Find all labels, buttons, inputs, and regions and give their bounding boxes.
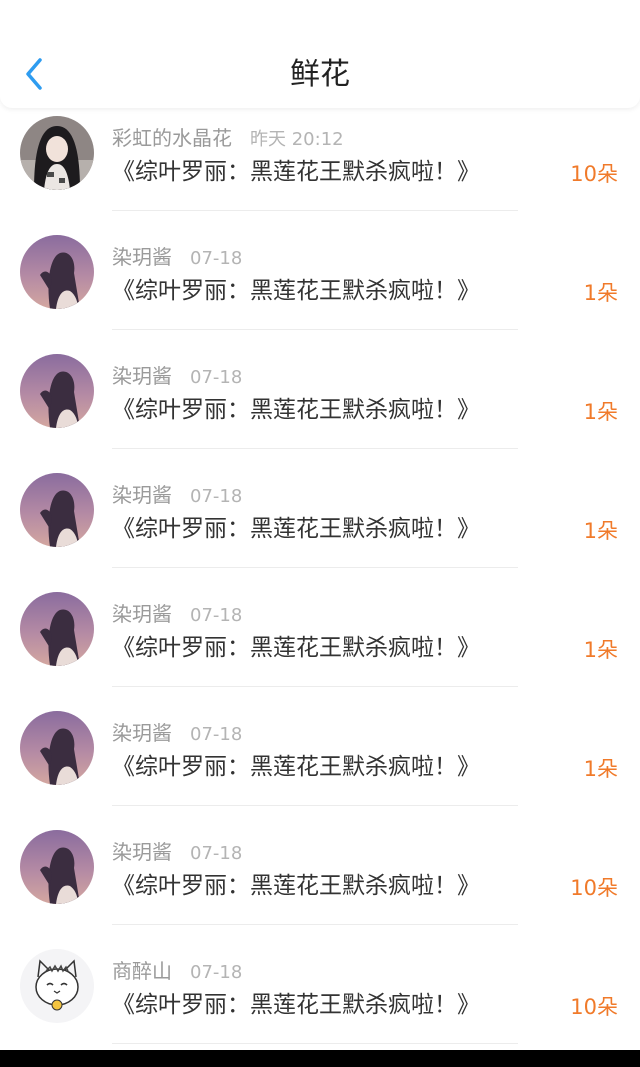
flower-count: 10朵	[570, 162, 618, 186]
gift-time: 07-18	[190, 724, 243, 745]
gift-meta: 染玥酱 07-18	[112, 479, 243, 508]
username[interactable]: 染玥酱	[112, 598, 172, 627]
row-divider	[112, 686, 518, 687]
gift-meta: 染玥酱 07-18	[112, 360, 243, 389]
gift-list-item[interactable]: 染玥酱 07-18 《综叶罗丽：黑莲花王默杀疯啦！》 10朵	[0, 822, 640, 941]
user-avatar[interactable]	[20, 711, 94, 785]
user-avatar[interactable]	[20, 949, 94, 1023]
user-avatar[interactable]	[20, 592, 94, 666]
username[interactable]: 彩虹的水晶花	[112, 122, 232, 151]
flower-count: 1朵	[583, 757, 618, 781]
gift-time: 07-18	[190, 486, 243, 507]
gift-time: 07-18	[190, 605, 243, 626]
gift-meta: 染玥酱 07-18	[112, 836, 243, 865]
book-title: 《综叶罗丽：黑莲花王默杀疯啦！》	[112, 159, 480, 185]
book-title: 《综叶罗丽：黑莲花王默杀疯啦！》	[112, 635, 480, 661]
book-title: 《综叶罗丽：黑莲花王默杀疯啦！》	[112, 992, 480, 1018]
flower-count: 1朵	[583, 400, 618, 424]
gift-list-item[interactable]: 染玥酱 07-18 《综叶罗丽：黑莲花王默杀疯啦！》 1朵	[0, 346, 640, 465]
gift-list-item[interactable]: 商醉山 07-18 《综叶罗丽：黑莲花王默杀疯啦！》 10朵	[0, 941, 640, 1060]
flower-count: 10朵	[570, 876, 618, 900]
book-title: 《综叶罗丽：黑莲花王默杀疯啦！》	[112, 397, 480, 423]
system-navigation-bar	[0, 1050, 640, 1067]
gift-list-item[interactable]: 染玥酱 07-18 《综叶罗丽：黑莲花王默杀疯啦！》 1朵	[0, 584, 640, 703]
book-title: 《综叶罗丽：黑莲花王默杀疯啦！》	[112, 754, 480, 780]
book-title: 《综叶罗丽：黑莲花王默杀疯啦！》	[112, 516, 480, 542]
page-title: 鲜花	[290, 57, 350, 92]
gift-time: 07-18	[190, 367, 243, 388]
gift-meta: 彩虹的水晶花 昨天 20:12	[112, 122, 344, 151]
username[interactable]: 染玥酱	[112, 360, 172, 389]
user-avatar[interactable]	[20, 235, 94, 309]
row-divider	[112, 210, 518, 211]
flower-count: 1朵	[583, 519, 618, 543]
flower-count: 1朵	[583, 281, 618, 305]
row-divider	[112, 567, 518, 568]
user-avatar[interactable]	[20, 116, 94, 190]
username[interactable]: 染玥酱	[112, 717, 172, 746]
gift-meta: 商醉山 07-18	[112, 955, 243, 984]
gift-meta: 染玥酱 07-18	[112, 717, 243, 746]
user-avatar[interactable]	[20, 473, 94, 547]
gift-list-item[interactable]: 染玥酱 07-18 《综叶罗丽：黑莲花王默杀疯啦！》 1朵	[0, 703, 640, 822]
row-divider	[112, 448, 518, 449]
gift-list-item[interactable]: 染玥酱 07-18 《综叶罗丽：黑莲花王默杀疯啦！》 1朵	[0, 227, 640, 346]
book-title: 《综叶罗丽：黑莲花王默杀疯啦！》	[112, 873, 480, 899]
user-avatar[interactable]	[20, 830, 94, 904]
flower-gift-list: 彩虹的水晶花 昨天 20:12 《综叶罗丽：黑莲花王默杀疯啦！》 10朵 染玥酱 07-…	[0, 108, 640, 1060]
username[interactable]: 染玥酱	[112, 479, 172, 508]
username[interactable]: 商醉山	[112, 955, 172, 984]
flowers-page: 鲜花 彩虹的水晶花 昨天 20:12 《综叶罗丽：黑莲花王默杀疯啦！》 10朵 染玥酱…	[0, 0, 640, 1067]
row-divider	[112, 1043, 518, 1044]
gift-meta: 染玥酱 07-18	[112, 598, 243, 627]
flower-count: 10朵	[570, 995, 618, 1019]
username[interactable]: 染玥酱	[112, 241, 172, 270]
gift-time: 昨天 20:12	[250, 129, 344, 150]
user-avatar[interactable]	[20, 354, 94, 428]
gift-list-item[interactable]: 彩虹的水晶花 昨天 20:12 《综叶罗丽：黑莲花王默杀疯啦！》 10朵	[0, 108, 640, 227]
book-title: 《综叶罗丽：黑莲花王默杀疯啦！》	[112, 278, 480, 304]
gift-time: 07-18	[190, 843, 243, 864]
username[interactable]: 染玥酱	[112, 836, 172, 865]
row-divider	[112, 329, 518, 330]
gift-time: 07-18	[190, 248, 243, 269]
top-nav-bar: 鲜花	[0, 0, 640, 108]
gift-list-item[interactable]: 染玥酱 07-18 《综叶罗丽：黑莲花王默杀疯啦！》 1朵	[0, 465, 640, 584]
row-divider	[112, 924, 518, 925]
gift-time: 07-18	[190, 962, 243, 983]
row-divider	[112, 805, 518, 806]
flower-count: 1朵	[583, 638, 618, 662]
gift-meta: 染玥酱 07-18	[112, 241, 243, 270]
